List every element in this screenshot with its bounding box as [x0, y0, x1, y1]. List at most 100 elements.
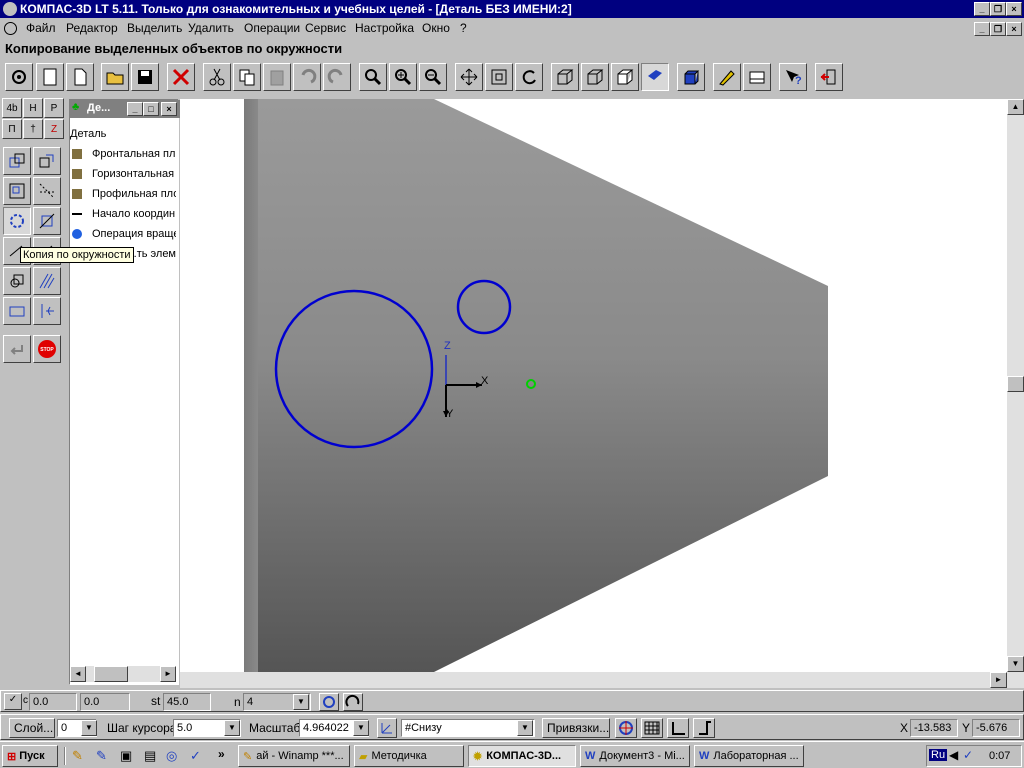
local-cs-icon[interactable] [693, 718, 715, 738]
tree-scroll-left[interactable]: ◄ [70, 666, 86, 682]
hatch-icon[interactable] [33, 267, 61, 295]
task-winamp[interactable]: ✎ ай - Winamp ***... [238, 745, 350, 767]
quicklaunch-icon-3[interactable]: ▣ [120, 748, 132, 764]
undo-icon[interactable] [293, 63, 321, 91]
app-icon[interactable] [3, 2, 17, 16]
rotate-copy-icon[interactable] [33, 147, 61, 175]
move-icon[interactable] [3, 147, 31, 175]
language-indicator[interactable]: Ru [929, 749, 948, 761]
taskbar-more-icon[interactable]: » [218, 747, 225, 761]
minimize-button[interactable]: _ [974, 2, 990, 16]
start-button[interactable]: ⊞ Пуск [2, 745, 58, 767]
close-button[interactable]: × [1006, 2, 1022, 16]
tab-edit[interactable]: P [44, 98, 64, 118]
task-document3[interactable]: W Документ3 - Mi... [580, 745, 690, 767]
vertical-scrollbar[interactable]: ▲ ▼ [1007, 99, 1024, 672]
doc-close-button[interactable]: × [1006, 22, 1022, 36]
stop-icon[interactable]: STOP [33, 335, 61, 363]
angle-field[interactable]: 45.0 [163, 693, 211, 711]
sketch-icon[interactable] [713, 63, 741, 91]
quicklaunch-icon-1[interactable]: ✎ [72, 748, 83, 764]
part-side-face[interactable] [244, 99, 260, 672]
tree-item-frontal[interactable]: Фронтальная пл [72, 148, 176, 160]
volume-icon[interactable]: ◀ [949, 748, 958, 762]
tab-select[interactable]: Z [44, 119, 64, 139]
menu-operations[interactable]: Операции [244, 21, 300, 35]
part-front-face[interactable] [258, 99, 828, 672]
point-icon[interactable]: ✓ [4, 693, 22, 710]
doc-icon[interactable] [4, 22, 17, 35]
snaps-button[interactable]: Привязки... [542, 718, 610, 738]
view-dropdown-icon[interactable]: ▼ [517, 720, 533, 736]
quicklaunch-icon-2[interactable]: ✎ [96, 748, 107, 764]
tree-scroll-thumb[interactable] [94, 666, 128, 682]
layer-dropdown-icon[interactable]: ▼ [81, 720, 97, 736]
scale-dropdown-icon[interactable]: ▼ [353, 720, 369, 736]
menu-editor[interactable]: Редактор [66, 21, 118, 35]
scale-icon[interactable] [3, 177, 31, 205]
shaded-icon[interactable] [641, 63, 669, 91]
menu-settings[interactable]: Настройка [355, 21, 414, 35]
count-dropdown-icon[interactable]: ▼ [293, 694, 309, 710]
cut-icon[interactable] [203, 63, 231, 91]
perspective-icon[interactable] [677, 63, 705, 91]
restore-button[interactable]: ❐ [990, 2, 1006, 16]
arc-mode-icon[interactable] [343, 693, 363, 711]
menu-service[interactable]: Сервис [305, 21, 346, 35]
menu-window[interactable]: Окно [422, 21, 450, 35]
vscroll-thumb[interactable] [1007, 376, 1024, 392]
pan-icon[interactable] [455, 63, 483, 91]
doc-restore-button[interactable]: ❐ [990, 22, 1006, 36]
tree-minimize-button[interactable]: _ [127, 102, 143, 116]
tree-maximize-button[interactable]: □ [143, 102, 159, 116]
menu-file[interactable]: Файл [26, 21, 56, 35]
tree-root[interactable]: Деталь [70, 128, 106, 140]
view-orientation-field[interactable]: #Снизу [401, 719, 535, 737]
layer-button[interactable]: Слой... [9, 718, 55, 738]
doc-minimize-button[interactable]: _ [974, 22, 990, 36]
tree-item-profile[interactable]: Профильная пло [72, 188, 176, 200]
tree-item-rotation[interactable]: Операция враще [72, 228, 176, 240]
new-blank-icon[interactable] [66, 63, 94, 91]
zoom-out-icon[interactable] [419, 63, 447, 91]
scroll-down-button[interactable]: ▼ [1007, 656, 1024, 672]
properties-icon[interactable] [743, 63, 771, 91]
tab-parameters[interactable]: П [2, 119, 22, 139]
tree-item-horizontal[interactable]: Горизонтальная [72, 168, 176, 180]
symmetry-icon[interactable] [33, 177, 61, 205]
x-value-field[interactable]: 0.0 [29, 693, 77, 711]
cursor-step-dropdown-icon[interactable]: ▼ [224, 720, 240, 736]
quicklaunch-icon-4[interactable]: ▤ [144, 748, 156, 764]
copy-along-curve-icon[interactable] [33, 207, 61, 235]
quicklaunch-icon-6[interactable]: ✓ [190, 748, 201, 764]
tree-hscroll[interactable]: ◄ ► [70, 666, 176, 682]
orientation-icon[interactable] [377, 718, 397, 738]
copy-object-icon[interactable] [3, 267, 31, 295]
scroll-up-button[interactable]: ▲ [1007, 99, 1024, 115]
horizontal-scrollbar[interactable]: ► [180, 672, 1024, 688]
redo-icon[interactable] [323, 63, 351, 91]
tree-close-button[interactable]: × [161, 102, 177, 116]
new-view-icon[interactable] [5, 63, 33, 91]
copy-circle-icon[interactable] [3, 207, 31, 235]
tray-app-icon[interactable]: ✓ [963, 748, 973, 762]
model-viewport[interactable]: Z X Y [180, 99, 1007, 672]
wireframe-icon[interactable] [551, 63, 579, 91]
tree-scroll-right[interactable]: ► [160, 666, 176, 682]
enter-icon[interactable] [3, 335, 31, 363]
grid-icon[interactable] [641, 718, 663, 738]
quicklaunch-icon-5[interactable]: ◎ [166, 748, 177, 764]
scroll-right-button[interactable]: ► [990, 672, 1007, 688]
copy-icon[interactable] [233, 63, 261, 91]
task-kompas[interactable]: ✹ КОМПАС-3D... [468, 745, 576, 767]
hidden-lines-icon[interactable] [581, 63, 609, 91]
offset-icon[interactable] [3, 297, 31, 325]
rotate-icon[interactable] [515, 63, 543, 91]
zoom-icon[interactable] [359, 63, 387, 91]
tab-measure[interactable]: † [23, 119, 43, 139]
y-value-field[interactable]: 0.0 [80, 693, 130, 711]
tab-dimensions[interactable]: H [23, 98, 43, 118]
task-metodichka[interactable]: ▰ Методичка [354, 745, 464, 767]
model-canvas[interactable]: Z X Y [180, 99, 1007, 672]
save-icon[interactable] [131, 63, 159, 91]
